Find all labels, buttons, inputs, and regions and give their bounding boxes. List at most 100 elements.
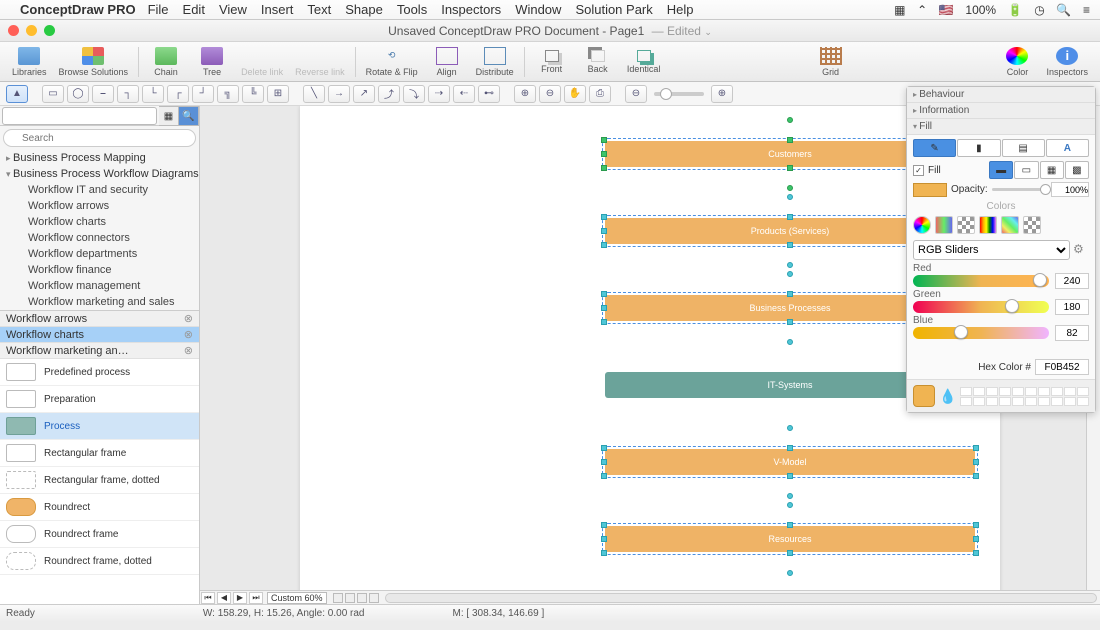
clock-icon[interactable]: ◷: [1034, 3, 1044, 17]
fill-text-icon[interactable]: A: [1046, 139, 1089, 157]
menu-edit[interactable]: Edit: [183, 2, 205, 17]
inspectors-button[interactable]: iInspectors: [1046, 47, 1088, 77]
connector-tool-4[interactable]: ┌: [167, 85, 189, 103]
fill-type-segmented[interactable]: ✎ ▮ ▤ A: [913, 139, 1089, 157]
page-last[interactable]: ⏭: [249, 592, 263, 604]
color-button[interactable]: Color: [1000, 47, 1034, 77]
fill-solid[interactable]: ▬: [989, 161, 1013, 179]
wifi-icon[interactable]: ⌃: [917, 3, 927, 17]
menu-solution-park[interactable]: Solution Park: [575, 2, 652, 17]
shape-item[interactable]: Rectangular frame: [0, 440, 199, 467]
connector-tool-8[interactable]: ⊞: [267, 85, 289, 103]
color-mode-select[interactable]: RGB Sliders: [913, 240, 1070, 260]
zoom-slider[interactable]: [654, 92, 704, 96]
menu-insert[interactable]: Insert: [261, 2, 294, 17]
fill-bucket-icon[interactable]: ▮: [957, 139, 1000, 157]
horizontal-scrollbar[interactable]: [385, 593, 1097, 603]
battery-icon[interactable]: 🔋: [1008, 3, 1023, 17]
line-tool-3[interactable]: ↗: [353, 85, 375, 103]
connector-tool-5[interactable]: ┘: [192, 85, 214, 103]
blue-value[interactable]: [1055, 325, 1089, 341]
menu-tools[interactable]: Tools: [397, 2, 427, 17]
zoom-window[interactable]: [44, 25, 55, 36]
spotlight-icon[interactable]: 🔍: [1056, 3, 1071, 17]
fill-image[interactable]: ▩: [1065, 161, 1089, 179]
fill-pattern[interactable]: ▦: [1040, 161, 1064, 179]
shape-item[interactable]: Preparation: [0, 386, 199, 413]
page[interactable]: CustomersProducts (Services)Business Pro…: [300, 106, 1000, 601]
open-lib[interactable]: Workflow charts⊗: [0, 327, 199, 343]
pointer-tool[interactable]: ▲: [6, 85, 28, 103]
color-crayons-icon[interactable]: [1001, 216, 1019, 234]
menu-inspectors[interactable]: Inspectors: [441, 2, 501, 17]
fill-shadow-icon[interactable]: ▤: [1002, 139, 1045, 157]
connector-tool-1[interactable]: ⎯: [92, 85, 114, 103]
chain-button[interactable]: Chain: [149, 47, 183, 77]
identical-button[interactable]: Identical: [627, 50, 661, 74]
opacity-value[interactable]: [1051, 182, 1089, 197]
tree-child[interactable]: Workflow IT and security: [0, 182, 199, 198]
fill-pen-icon[interactable]: ✎: [913, 139, 956, 157]
connector-tool-7[interactable]: ╚: [242, 85, 264, 103]
zoom-out-tool[interactable]: ⊖: [539, 85, 561, 103]
eyedropper-icon[interactable]: 💧: [939, 388, 956, 405]
menu-file[interactable]: File: [148, 2, 169, 17]
rect-tool[interactable]: ▭: [42, 85, 64, 103]
shape-item[interactable]: Roundrect frame: [0, 521, 199, 548]
search-tab[interactable]: 🔍: [179, 106, 199, 126]
line-tool-6[interactable]: ⇢: [428, 85, 450, 103]
green-value[interactable]: [1055, 299, 1089, 315]
ellipse-tool[interactable]: ◯: [67, 85, 89, 103]
hand-tool[interactable]: ✋: [564, 85, 586, 103]
app-name[interactable]: ConceptDraw PRO: [20, 2, 136, 17]
fill-checkbox[interactable]: ✓: [913, 165, 924, 176]
tree-button[interactable]: Tree: [195, 47, 229, 77]
line-tool-1[interactable]: ╲: [303, 85, 325, 103]
rotate-flip-button[interactable]: ⟲Rotate & Flip: [366, 47, 418, 77]
menu-window[interactable]: Window: [515, 2, 561, 17]
color-wheel-icon[interactable]: [913, 216, 931, 234]
open-lib[interactable]: Workflow arrows⊗: [0, 311, 199, 327]
canvas-shape[interactable]: V-Model: [605, 449, 975, 475]
zoom-select[interactable]: Custom 60%: [267, 592, 327, 604]
grid-button[interactable]: Grid: [814, 47, 848, 77]
tree-node[interactable]: Business Process Workflow Diagrams: [0, 166, 199, 182]
close-icon[interactable]: ⊗: [184, 344, 193, 357]
line-tool-7[interactable]: ⇠: [453, 85, 475, 103]
title-dropdown-icon[interactable]: ⌄: [704, 27, 712, 37]
print-tool[interactable]: ⎙: [589, 85, 611, 103]
line-tool-2[interactable]: →: [328, 85, 350, 103]
section-behaviour[interactable]: Behaviour: [907, 87, 1095, 103]
shape-item[interactable]: Rectangular frame, dotted: [0, 467, 199, 494]
line-tool-4[interactable]: ⤴: [378, 85, 400, 103]
fill-color-swatch[interactable]: [913, 183, 947, 197]
close-icon[interactable]: ⊗: [184, 312, 193, 325]
section-fill[interactable]: Fill: [907, 119, 1095, 135]
shape-item[interactable]: Roundrect frame, dotted: [0, 548, 199, 575]
shape-item[interactable]: Roundrect: [0, 494, 199, 521]
tree-child[interactable]: Workflow marketing and sales: [0, 294, 199, 310]
close-window[interactable]: [8, 25, 19, 36]
browse-solutions-button[interactable]: Browse Solutions: [59, 47, 129, 77]
shape-item[interactable]: Process: [0, 413, 199, 440]
tree-child[interactable]: Workflow charts: [0, 214, 199, 230]
canvas-shape[interactable]: Resources: [605, 526, 975, 552]
back-button[interactable]: Back: [581, 50, 615, 74]
open-lib[interactable]: Workflow marketing an…⊗: [0, 343, 199, 359]
color-swatches-icon[interactable]: [1023, 216, 1041, 234]
line-tool-5[interactable]: ⤵: [403, 85, 425, 103]
page-prev[interactable]: ◀: [217, 592, 231, 604]
page-first[interactable]: ⏮: [201, 592, 215, 604]
search-input[interactable]: [3, 129, 196, 147]
minimize-window[interactable]: [26, 25, 37, 36]
tree-child[interactable]: Workflow arrows: [0, 198, 199, 214]
tree-child[interactable]: Workflow management: [0, 278, 199, 294]
tree-node[interactable]: Business Process Mapping: [0, 150, 199, 166]
close-icon[interactable]: ⊗: [184, 328, 193, 341]
section-information[interactable]: Information: [907, 103, 1095, 119]
distribute-button[interactable]: Distribute: [476, 47, 514, 77]
current-color-swatch[interactable]: [913, 385, 935, 407]
tree-child[interactable]: Workflow departments: [0, 246, 199, 262]
connector-tool-2[interactable]: ┐: [117, 85, 139, 103]
menu-shape[interactable]: Shape: [345, 2, 383, 17]
